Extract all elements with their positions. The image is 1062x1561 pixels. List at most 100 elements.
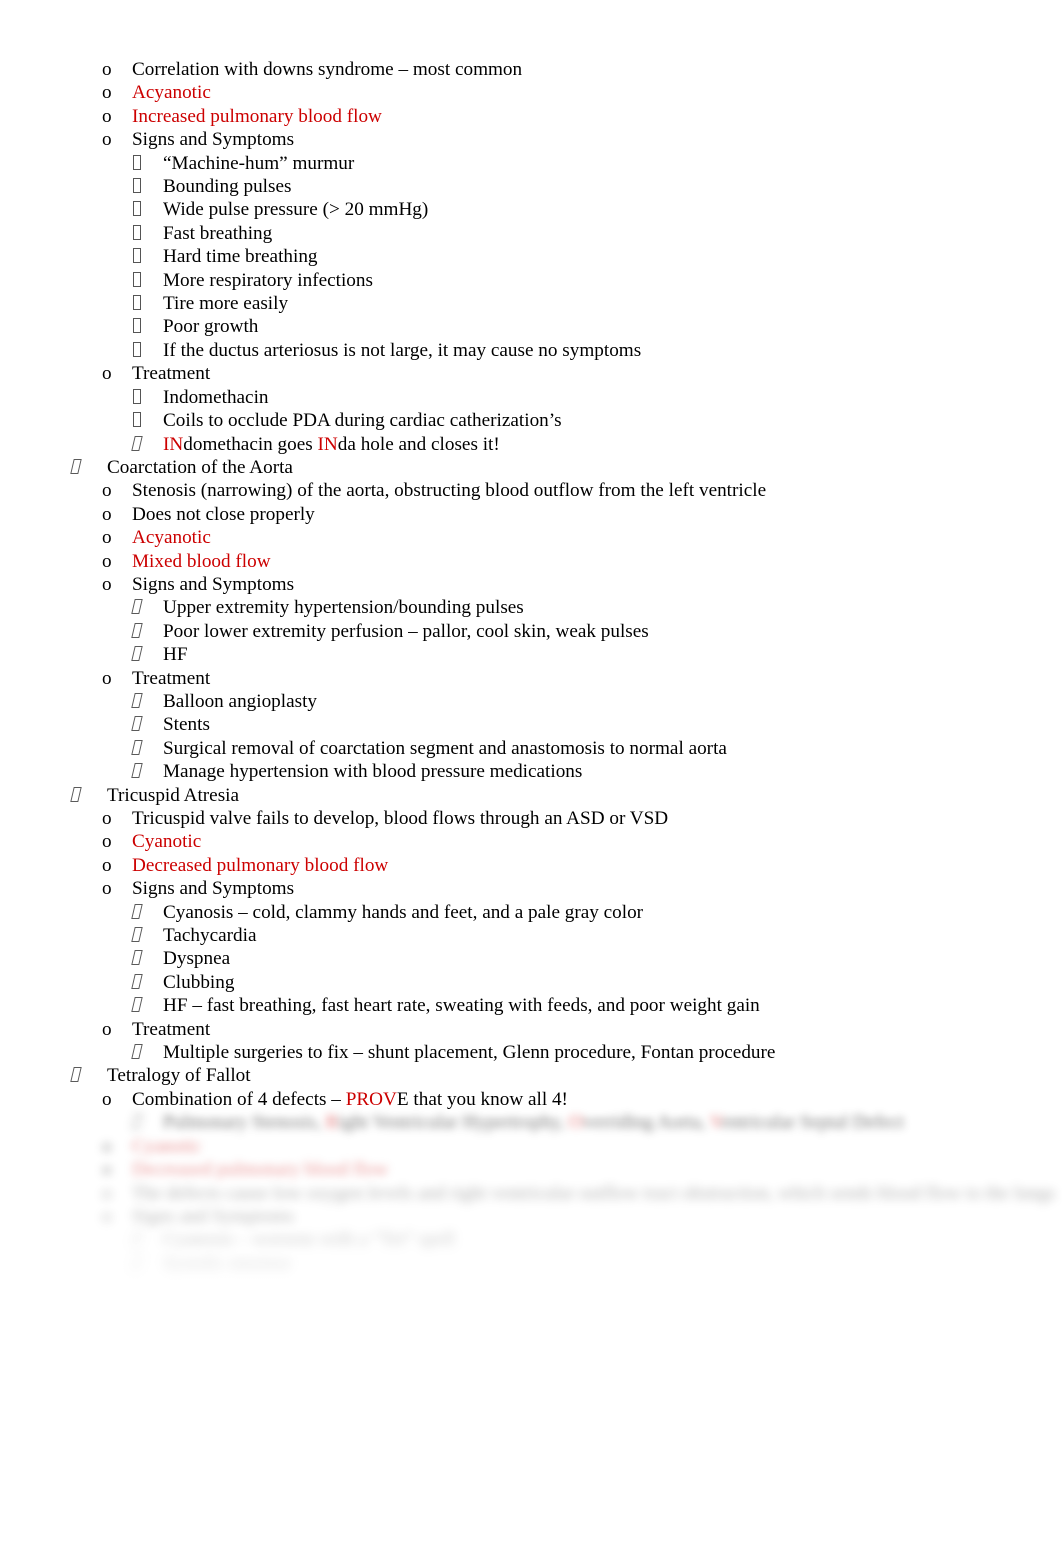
list-item-heading: Tricuspid Atresia	[0, 784, 1062, 807]
obscured-text: The defects cause low oxygen levels and …	[132, 1182, 1056, 1204]
list-item-text: Tetralogy of Fallot	[107, 1065, 251, 1087]
list-item: Manage hypertension with blood pressure …	[0, 760, 1062, 783]
list-item: o Treatment	[0, 667, 1062, 690]
list-item-text: If the ductus arteriosus is not large, i…	[163, 339, 642, 361]
bullet-box-icon	[131, 1228, 163, 1251]
list-item: Clubbing	[0, 971, 1062, 994]
bullet-o-icon: o	[102, 854, 112, 876]
list-item-text: Treatment	[132, 667, 211, 689]
list-item: HF	[0, 643, 1062, 666]
list-item: o Signs and Symptoms	[0, 128, 1062, 151]
bullet-box-icon	[133, 386, 163, 409]
list-item: HF – fast breathing, fast heart rate, sw…	[0, 994, 1062, 1017]
list-item: If the ductus arteriosus is not large, i…	[0, 339, 1062, 362]
text-segment: E that you know all 4!	[396, 1088, 568, 1110]
list-item-text: Wide pulse pressure (> 20 mmHg)	[163, 199, 429, 221]
list-item-text: Coarctation of the Aorta	[107, 456, 293, 478]
obscured-list-item: Cyanosis – worsens with a “Tet” spell	[0, 1228, 1062, 1251]
bullet-box-icon	[133, 339, 163, 362]
list-item: o Correlation with downs syndrome – most…	[0, 58, 1062, 81]
bullet-o-icon: o	[102, 1088, 112, 1110]
list-item-text: Stenosis (narrowing) of the aorta, obstr…	[132, 480, 767, 502]
list-item-text: HF	[163, 644, 188, 666]
list-item: Tire more easily	[0, 292, 1062, 315]
list-item: “Machine-hum” murmur	[0, 152, 1062, 175]
bullet-box-icon	[131, 643, 163, 666]
bullet-box-icon	[131, 713, 163, 736]
list-item-text: “Machine-hum” murmur	[163, 152, 355, 174]
bullet-box-icon	[70, 1064, 107, 1087]
list-item-heading: Coarctation of the Aorta	[0, 456, 1062, 479]
text-segment: O	[569, 1112, 583, 1134]
list-item-text: Stents	[163, 714, 210, 736]
bullet-box-icon	[133, 409, 163, 432]
list-item-text: Manage hypertension with blood pressure …	[163, 761, 583, 783]
bullet-box-icon	[131, 901, 163, 924]
obscured-list-item: o Signs and Symptoms	[0, 1205, 1062, 1228]
bullet-box-icon	[131, 1252, 163, 1275]
list-item-text: Combination of 4 defects – PROVE that yo…	[132, 1088, 568, 1111]
list-item-text: Fast breathing	[163, 222, 273, 244]
bullet-box-icon	[70, 784, 107, 807]
document-body: o Correlation with downs syndrome – most…	[0, 58, 1062, 1275]
list-item-text: Clubbing	[163, 971, 235, 993]
obscured-text: Pulmonary Stenosis, Right Ventricular Hy…	[163, 1111, 904, 1134]
list-item-text: Acyanotic	[132, 527, 211, 549]
bullet-box-icon	[131, 596, 163, 619]
list-item-text: Balloon angioplasty	[163, 690, 318, 712]
bullet-box-icon	[131, 433, 163, 456]
bullet-o-icon: o	[102, 808, 112, 829]
list-item: o Decreased pulmonary blood flow	[0, 854, 1062, 877]
text-segment: verriding Aorta,	[582, 1112, 710, 1134]
text-segment: IN	[163, 433, 184, 455]
list-item-text: Tire more easily	[163, 293, 289, 315]
bullet-o-icon: o	[102, 1135, 112, 1157]
bullet-o-icon: o	[102, 59, 112, 80]
list-item-text: Does not close properly	[132, 503, 315, 525]
obscured-text: Signs and Symptoms	[132, 1205, 295, 1227]
bullet-box-icon	[133, 269, 163, 292]
list-item: o Treatment	[0, 362, 1062, 385]
bullet-box-icon	[131, 924, 163, 947]
bullet-o-icon: o	[102, 1205, 112, 1227]
text-segment: Combination of 4 defects –	[132, 1088, 346, 1110]
bullet-box-icon	[131, 760, 163, 783]
list-item: Surgical removal of coarctation segment …	[0, 737, 1062, 760]
list-item-text: Dyspnea	[163, 948, 231, 970]
list-item: o Mixed blood flow	[0, 550, 1062, 573]
list-item: o Treatment	[0, 1018, 1062, 1041]
list-item: o Does not close properly	[0, 503, 1062, 526]
obscured-text: Decreased pulmonary blood flow	[132, 1159, 389, 1181]
list-item: Coils to occlude PDA during cardiac cath…	[0, 409, 1062, 432]
bullet-o-icon: o	[102, 527, 112, 549]
bullet-box-icon	[70, 456, 107, 479]
document-page: o Correlation with downs syndrome – most…	[0, 0, 1062, 1561]
bullet-o-icon: o	[102, 1159, 112, 1181]
text-segment: Pulmonary Stenosis,	[163, 1112, 326, 1134]
list-item-text: Signs and Symptoms	[132, 878, 295, 900]
list-item-text: Treatment	[132, 363, 211, 385]
bullet-o-icon: o	[102, 503, 112, 525]
list-item: o Combination of 4 defects – PROVE that …	[0, 1088, 1062, 1111]
obscured-list-item: o The defects cause low oxygen levels an…	[0, 1182, 1062, 1205]
obscured-text: Systolic murmur	[163, 1252, 292, 1274]
bullet-box-icon	[133, 292, 163, 315]
list-item: o Acyanotic	[0, 526, 1062, 549]
bullet-o-icon: o	[102, 82, 112, 104]
obscured-text: Cyanotic	[132, 1135, 202, 1157]
list-item-text: Cyanotic	[132, 831, 202, 853]
list-item-text: Signs and Symptoms	[132, 573, 295, 595]
list-item: Indomethacin	[0, 386, 1062, 409]
list-item: Poor lower extremity perfusion – pallor,…	[0, 620, 1062, 643]
list-item-text: Bounding pulses	[163, 176, 292, 198]
list-item: Stents	[0, 713, 1062, 736]
bullet-o-icon: o	[102, 1182, 112, 1204]
bullet-box-icon	[133, 222, 163, 245]
obscured-list-item: o Decreased pulmonary blood flow	[0, 1158, 1062, 1181]
list-item: Upper extremity hypertension/bounding pu…	[0, 596, 1062, 619]
list-item-text: Poor lower extremity perfusion – pallor,…	[163, 620, 649, 642]
list-item-text: Correlation with downs syndrome – most c…	[132, 59, 523, 80]
bullet-box-icon	[131, 994, 163, 1017]
list-item-text: Treatment	[132, 1018, 211, 1040]
obscured-list-item: o Cyanotic	[0, 1135, 1062, 1158]
